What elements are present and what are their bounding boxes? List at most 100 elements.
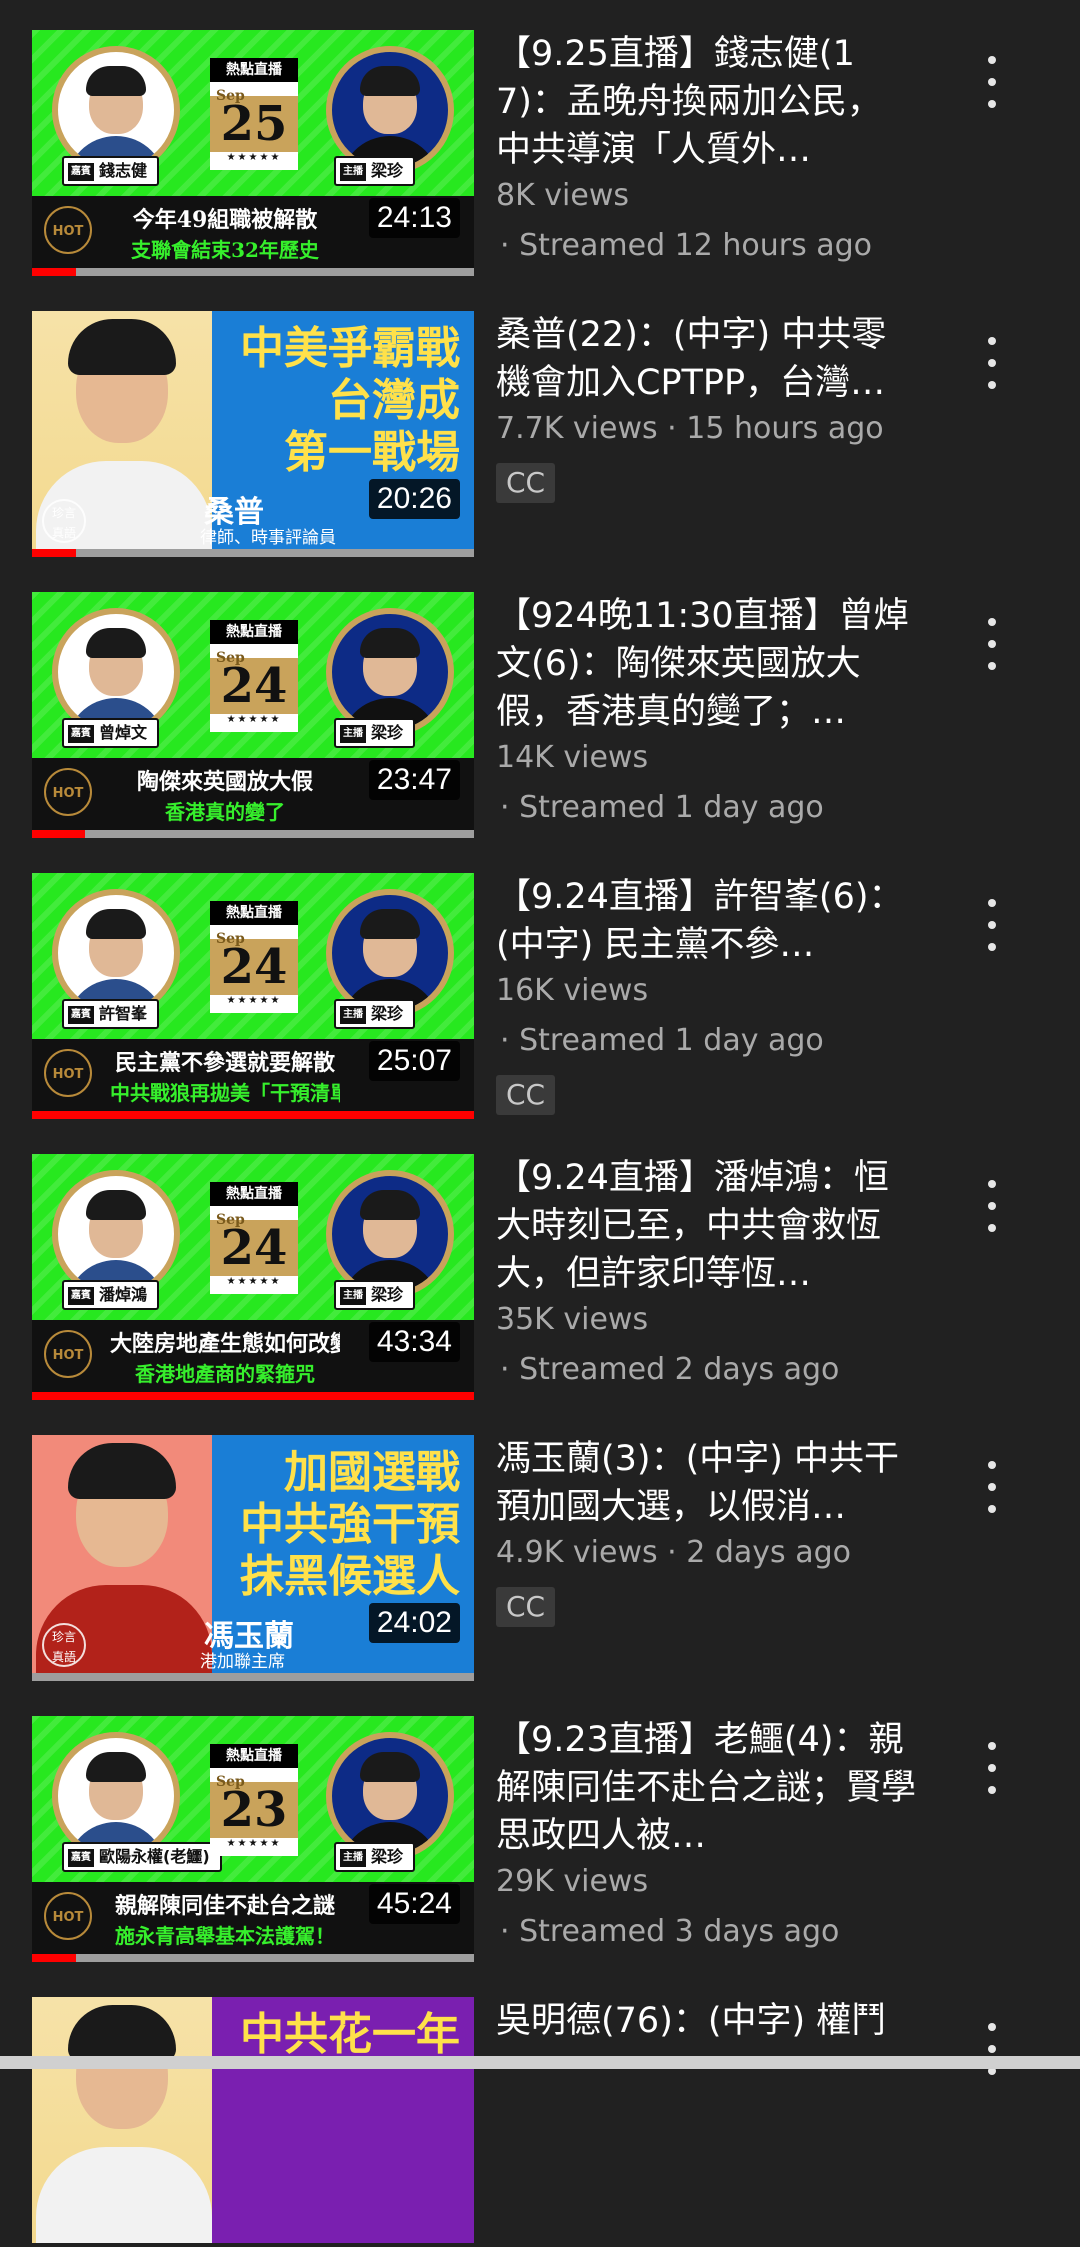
video-item[interactable]: 嘉賓 歐陽永權(老鱷) 主播 梁珍 熱點直播 23 Sep ★★★★★ HOT 親解陳同佳不赴台之… (0, 1716, 1080, 1966)
video-title[interactable]: 【9.24直播】潘焯鴻：恒大時刻已至，中共會救恆大，但許家印等恆… (496, 1154, 916, 1298)
date-card: 熱點直播 24 Sep ★★★★★ (210, 901, 298, 1013)
watch-progress-bar (32, 1673, 474, 1681)
video-item[interactable]: 嘉賓 曾焯文 主播 梁珍 熱點直播 24 Sep ★★★★★ HOT 陶傑來英國放大假 香港真的變了… (0, 592, 1080, 842)
guest-role-label: 嘉賓 (68, 1286, 94, 1305)
guest-avatar (52, 46, 180, 174)
cc-badge: CC (496, 463, 556, 503)
menu-dot (988, 921, 996, 929)
video-thumbnail[interactable]: 中共花一年 (32, 1997, 474, 2243)
banner-headline: 陶傑來英國放大假 (136, 769, 313, 795)
watch-progress-bar (32, 268, 474, 276)
video-info[interactable]: 【924晚11:30直播】曾焯文(6)：陶傑來英國放大假，香港真的變了；… 14K… (496, 592, 916, 828)
date-month: Sep (216, 650, 245, 666)
duration-badge: 24:13 (368, 198, 460, 238)
guest-name: 曾焯文 (99, 723, 148, 742)
streamed-time: · Streamed 12 hours ago (500, 228, 873, 263)
video-item[interactable]: 嘉賓 錢志健 主播 梁珍 熱點直播 25 Sep ★★★★★ HOT 今年49組職被解散 支聯會結束… (0, 30, 1080, 280)
more-vert-icon[interactable] (972, 333, 1012, 393)
watch-progress-fill (32, 830, 86, 838)
watch-progress-bar (32, 1954, 474, 1962)
portrait-hair (68, 319, 176, 375)
video-info[interactable]: 【9.23直播】老鱷(4)：親解陳同佳不赴台之謎；賢學思政四人被… 29K vie… (496, 1716, 916, 1952)
video-thumbnail[interactable]: 嘉賓 許智峯 主播 梁珍 熱點直播 24 Sep ★★★★★ HOT 民主黨不參選就要解散 中共戰狼… (32, 873, 474, 1119)
banner-subheadline: 施永青高舉基本法護駕！ (115, 1924, 335, 1948)
hot-badge-icon: HOT (44, 206, 92, 254)
hot-live-label: 熱點直播 (210, 620, 298, 644)
video-thumbnail[interactable]: 加國選戰 中共強干預 抹黑候選人 馮玉蘭 港加聯主席 珍言 真語 24:02 (32, 1435, 474, 1681)
date-day: 25 (210, 96, 298, 152)
more-vert-icon[interactable] (972, 52, 1012, 112)
cc-badge: CC (496, 1075, 556, 1115)
video-item[interactable]: 嘉賓 潘焯鴻 主播 梁珍 熱點直播 24 Sep ★★★★★ HOT 大陸房地產生態如何改變 香港地… (0, 1154, 1080, 1404)
video-info[interactable]: 吳明德(76)：(中字) 權鬥 (496, 1997, 916, 2045)
menu-dot (988, 78, 996, 86)
hot-live-label: 熱點直播 (210, 58, 298, 82)
host-avatar (326, 1732, 454, 1860)
video-thumbnail[interactable]: 嘉賓 錢志健 主播 梁珍 熱點直播 25 Sep ★★★★★ HOT 今年49組職被解散 支聯會結束… (32, 30, 474, 276)
menu-dot (988, 1202, 996, 1210)
video-info[interactable]: 馮玉蘭(3)：(中字) 中共干預加國大選，以假消… 4.9K views · 2 … (496, 1435, 916, 1627)
banner-headline: 大陸房地產生態如何改變 (110, 1331, 340, 1357)
hot-live-label: 熱點直播 (210, 901, 298, 925)
video-info[interactable]: 桑普(22)：(中字) 中共零機會加入CPTPP，台灣… 7.7K views ·… (496, 311, 916, 503)
watch-progress-fill (32, 1954, 77, 1962)
video-title[interactable]: 【9.24直播】許智峯(6)：(中字) 民主黨不參… (496, 873, 916, 969)
guest-name: 錢志健 (99, 161, 148, 180)
host-avatar (326, 889, 454, 1017)
thumbnail-person-title: 律師、時事評論員 (200, 528, 336, 548)
video-meta: 4.9K views · 2 days ago (496, 1535, 851, 1570)
duration-badge: 23:47 (368, 760, 460, 800)
guest-avatar (52, 1732, 180, 1860)
video-item[interactable]: 加國選戰 中共強干預 抹黑候選人 馮玉蘭 港加聯主席 珍言 真語 24:02 馮玉蘭(3)… (0, 1435, 1080, 1685)
menu-dot (988, 1483, 996, 1491)
video-item[interactable]: 嘉賓 許智峯 主播 梁珍 熱點直播 24 Sep ★★★★★ HOT 民主黨不參選就要解散 中共戰狼… (0, 873, 1080, 1123)
banner-subheadline: 中共戰狼再拋美「干預清單」 (110, 1081, 340, 1105)
avatar-hair (86, 66, 146, 96)
avatar-hair (86, 1190, 146, 1220)
video-title[interactable]: 馮玉蘭(3)：(中字) 中共干預加國大選，以假消… (496, 1435, 916, 1531)
menu-dot (988, 337, 996, 345)
hot-badge-icon: HOT (44, 1049, 92, 1097)
streamed-time: · Streamed 3 days ago (500, 1914, 840, 1949)
video-info[interactable]: 【9.25直播】錢志健(17)：孟晚舟換兩加公民，中共導演「人質外… 8K vie… (496, 30, 916, 266)
date-card: 熱點直播 25 Sep ★★★★★ (210, 58, 298, 170)
guest-name: 許智峯 (99, 1004, 148, 1023)
video-item[interactable]: 中共花一年 吳明德(76)：(中字) 權鬥 (0, 1997, 1080, 2247)
video-thumbnail[interactable]: 嘉賓 曾焯文 主播 梁珍 熱點直播 24 Sep ★★★★★ HOT 陶傑來英國放大假 香港真的變了… (32, 592, 474, 838)
more-vert-icon[interactable] (972, 614, 1012, 674)
date-month: Sep (216, 1774, 245, 1790)
guest-role-label: 嘉賓 (68, 1848, 94, 1867)
stars-decoration: ★★★★★ (226, 1276, 282, 1287)
avatar-hair (86, 1752, 146, 1782)
guest-avatar (52, 1170, 180, 1298)
video-item[interactable]: 中美爭霸戰 台灣成 第一戰場 桑普 律師、時事評論員 珍言 真語 20:26 桑普(22)… (0, 311, 1080, 561)
banner-subheadline: 支聯會結束32年歷史 (131, 238, 319, 262)
stars-decoration: ★★★★★ (226, 1838, 282, 1849)
hot-badge-icon: HOT (44, 1892, 92, 1940)
host-name-tag: 主播 梁珍 (334, 1842, 416, 1872)
avatar-hair (360, 66, 420, 96)
more-vert-icon[interactable] (972, 1738, 1012, 1798)
video-title[interactable]: 桑普(22)：(中字) 中共零機會加入CPTPP，台灣… (496, 311, 916, 407)
avatar-hair (360, 628, 420, 658)
more-vert-icon[interactable] (972, 2019, 1012, 2079)
video-title[interactable]: 【9.23直播】老鱷(4)：親解陳同佳不赴台之謎；賢學思政四人被… (496, 1716, 916, 1860)
video-thumbnail[interactable]: 中美爭霸戰 台灣成 第一戰場 桑普 律師、時事評論員 珍言 真語 20:26 (32, 311, 474, 557)
duration-badge: 20:26 (368, 479, 460, 519)
video-info[interactable]: 【9.24直播】潘焯鴻：恒大時刻已至，中共會救恆大，但許家印等恆… 35K vie… (496, 1154, 916, 1390)
more-vert-icon[interactable] (972, 1176, 1012, 1236)
video-info[interactable]: 【9.24直播】許智峯(6)：(中字) 民主黨不參… 16K views · Str… (496, 873, 916, 1115)
more-vert-icon[interactable] (972, 1457, 1012, 1517)
host-avatar (326, 608, 454, 736)
video-title[interactable]: 【924晚11:30直播】曾焯文(6)：陶傑來英國放大假，香港真的變了；… (496, 592, 916, 736)
video-thumbnail[interactable]: 嘉賓 潘焯鴻 主播 梁珍 熱點直播 24 Sep ★★★★★ HOT 大陸房地產生態如何改變 香港地… (32, 1154, 474, 1400)
video-thumbnail[interactable]: 嘉賓 歐陽永權(老鱷) 主播 梁珍 熱點直播 23 Sep ★★★★★ HOT 親解陳同佳不赴台之… (32, 1716, 474, 1962)
more-vert-icon[interactable] (972, 895, 1012, 955)
video-title[interactable]: 【9.25直播】錢志健(17)：孟晚舟換兩加公民，中共導演「人質外… (496, 30, 916, 174)
host-role-label: 主播 (340, 1848, 366, 1867)
date-card: 熱點直播 23 Sep ★★★★★ (210, 1744, 298, 1856)
watch-progress-fill (32, 1111, 474, 1119)
video-title[interactable]: 吳明德(76)：(中字) 權鬥 (496, 1997, 916, 2045)
menu-dot (988, 100, 996, 108)
guest-avatar (52, 608, 180, 736)
